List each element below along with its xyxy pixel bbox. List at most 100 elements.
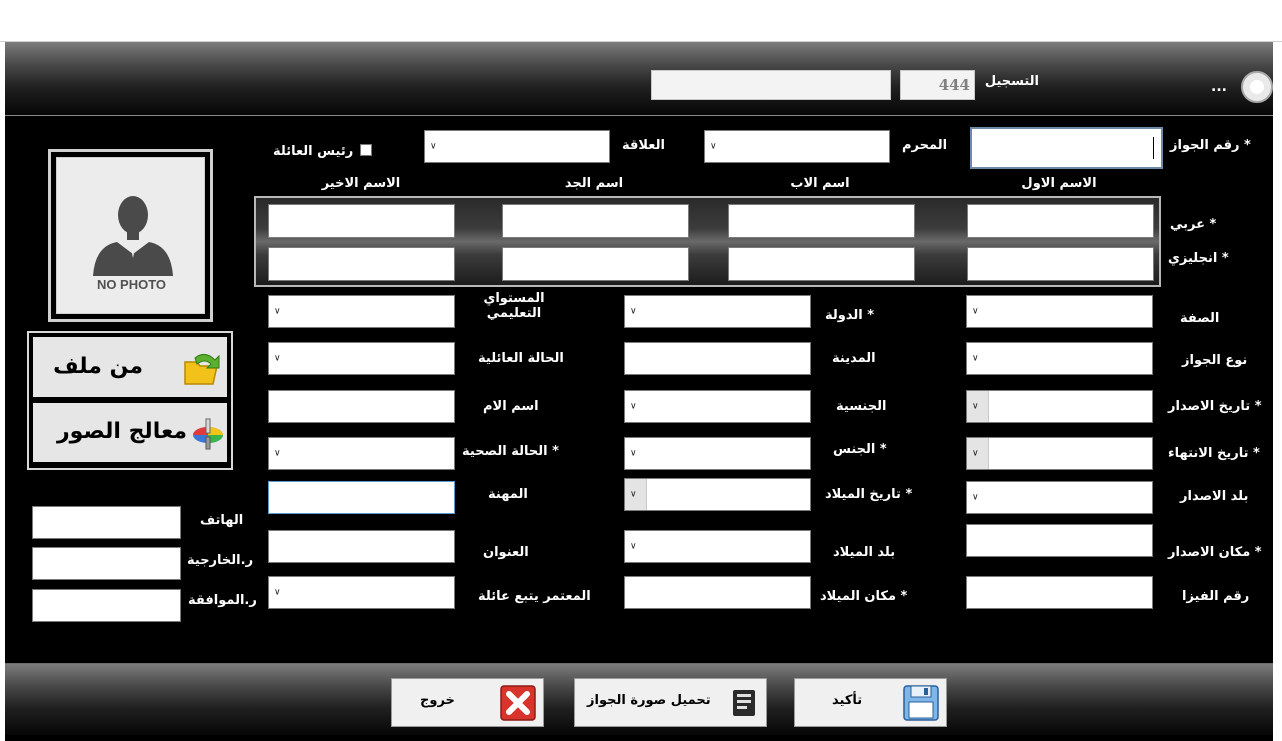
name-panel [254, 196, 1161, 287]
last-name-arabic-input[interactable] [268, 204, 455, 238]
photo-placeholder[interactable]: NO PHOTO [56, 157, 205, 314]
muharram-dropdown[interactable]: ∨ [704, 130, 890, 163]
title-dropdown[interactable]: ∨ [966, 295, 1153, 328]
approval-ref-input[interactable] [32, 589, 181, 622]
phone-input[interactable] [32, 506, 181, 539]
chevron-down-icon: ∨ [972, 492, 979, 502]
header-bar: ... التسجيل 444 [5, 42, 1273, 116]
chevron-down-icon: ∨ [630, 489, 637, 499]
muharram-label: المحرم [902, 138, 948, 153]
grandfather-name-english-input[interactable] [502, 247, 689, 281]
first-name-arabic-input[interactable] [967, 204, 1154, 238]
passport-type-label: نوع الجواز [1182, 353, 1248, 368]
english-row-label: انجليزي * [1168, 251, 1229, 266]
scanner-document-icon [733, 690, 755, 716]
birth-date-label: تاريخ الميلاد * [825, 487, 913, 502]
issue-place-input[interactable] [966, 524, 1153, 557]
phone-label: الهاتف [200, 513, 244, 528]
education-dropdown[interactable]: ∨ [268, 295, 455, 328]
folder-arrow-icon [184, 354, 220, 385]
marital-status-label: الحالة العائلية [478, 351, 564, 366]
photo-frame: NO PHOTO [48, 149, 213, 322]
color-wheel-icon [193, 418, 223, 450]
health-status-dropdown[interactable]: ∨ [268, 437, 455, 470]
exit-button[interactable]: خروج [391, 678, 544, 727]
country-dropdown[interactable]: ∨ [624, 295, 811, 328]
father-name-english-input[interactable] [728, 247, 915, 281]
approval-ref-label: ر.الموافقة [188, 593, 257, 608]
chevron-down-icon: ∨ [972, 401, 979, 411]
chevron-down-icon: ∨ [630, 401, 637, 411]
chevron-down-icon: ∨ [274, 587, 281, 597]
birth-country-dropdown[interactable]: ∨ [624, 530, 811, 563]
chevron-down-icon: ∨ [630, 541, 637, 551]
chevron-down-icon: ∨ [710, 141, 717, 151]
family-head-label: رئيس العائلة [273, 144, 354, 159]
last-name-english-input[interactable] [268, 247, 455, 281]
education-label-line1: المستواي [483, 291, 545, 306]
exit-label: خروج [420, 693, 455, 708]
radio-button[interactable] [1241, 71, 1273, 103]
mother-name-input[interactable] [268, 390, 455, 423]
nationality-dropdown[interactable]: ∨ [624, 390, 811, 423]
ellipsis-text: ... [1211, 79, 1227, 95]
family-head-checkbox[interactable] [360, 144, 372, 156]
visa-number-input[interactable] [966, 576, 1153, 609]
from-file-label: من ملف [53, 354, 143, 379]
foreign-ref-input[interactable] [32, 547, 181, 580]
relation-dropdown[interactable]: ∨ [424, 130, 610, 163]
passport-type-dropdown[interactable]: ∨ [966, 342, 1153, 375]
passport-number-input[interactable] [970, 127, 1163, 169]
gender-label: الجنس * [833, 442, 887, 457]
window-titlebar [0, 0, 1282, 42]
visa-number-label: رقم الفيزا [1182, 589, 1250, 604]
last-name-header: الاسم الاخير [321, 176, 401, 191]
issue-country-dropdown[interactable]: ∨ [966, 481, 1153, 514]
birth-place-label: مكان الميلاد * [820, 589, 908, 604]
father-name-header: اسم الاب [790, 176, 850, 191]
profession-label: المهنة [488, 487, 528, 502]
marital-status-dropdown[interactable]: ∨ [268, 342, 455, 375]
image-processor-button[interactable]: معالج الصور [31, 401, 229, 464]
registration-label: التسجيل [984, 74, 1039, 89]
expiry-date-label: تاريخ الانتهاء * [1168, 446, 1260, 461]
upload-passport-button[interactable]: تحميل صورة الجواز [574, 678, 767, 727]
arabic-row-label: عربي * [1170, 217, 1217, 232]
from-file-button[interactable]: من ملف [31, 335, 229, 399]
health-status-label: الحالة الصحية * [462, 444, 559, 459]
image-buttons-group: من ملف معالج الصور [27, 331, 233, 470]
registration-number-field[interactable]: 444 [900, 70, 975, 100]
birth-place-input[interactable] [624, 576, 811, 609]
issue-date-picker[interactable]: ∨ [966, 390, 1153, 423]
grandfather-name-arabic-input[interactable] [502, 204, 689, 238]
image-processor-label: معالج الصور [56, 419, 187, 444]
gender-dropdown[interactable]: ∨ [624, 437, 811, 470]
chevron-down-icon: ∨ [630, 306, 637, 316]
chevron-down-icon: ∨ [972, 306, 979, 316]
title-label: الصفة [1180, 311, 1220, 326]
footer-bar: تأكيد تحميل صورة الجواز خروج [5, 663, 1273, 735]
chevron-down-icon: ∨ [630, 448, 637, 458]
registration-name-field[interactable] [651, 70, 891, 100]
chevron-down-icon: ∨ [430, 141, 437, 151]
city-input[interactable] [624, 342, 811, 375]
profession-input[interactable] [268, 481, 455, 514]
father-name-arabic-input[interactable] [728, 204, 915, 238]
birth-country-label: بلد الميلاد [833, 545, 896, 560]
issue-date-label: تاريخ الاصدار * [1168, 399, 1262, 414]
birth-date-picker[interactable]: ∨ [624, 478, 811, 511]
address-label: العنوان [483, 545, 529, 560]
first-name-english-input[interactable] [967, 247, 1154, 281]
confirm-button[interactable]: تأكيد [794, 678, 947, 727]
nationality-label: الجنسية [836, 399, 887, 414]
country-label: الدولة * [825, 308, 875, 323]
chevron-down-icon: ∨ [972, 448, 979, 458]
education-label-line2: التعليمي [486, 305, 542, 321]
upload-passport-label: تحميل صورة الجواز [587, 693, 711, 708]
relation-label: العلاقة [622, 138, 665, 153]
family-follower-dropdown[interactable]: ∨ [268, 576, 455, 609]
address-input[interactable] [268, 530, 455, 563]
person-silhouette-icon [93, 196, 173, 276]
confirm-label: تأكيد [832, 693, 863, 708]
expiry-date-picker[interactable]: ∨ [966, 437, 1153, 470]
